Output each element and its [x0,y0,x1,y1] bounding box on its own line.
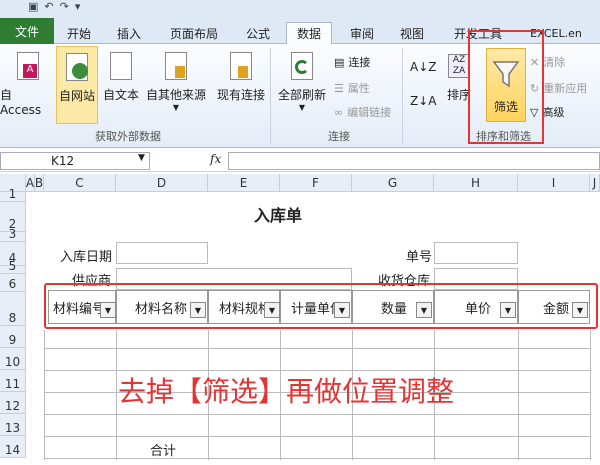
row-header[interactable]: 5 [0,259,26,274]
properties-button[interactable]: ☰ 属性 [334,80,370,96]
tab-view[interactable]: 视图 [392,22,432,44]
grid-line [44,458,590,459]
row-header[interactable]: 6 [0,274,26,292]
order-no-input[interactable] [434,242,518,264]
link-icon: ∞ [334,105,344,119]
row-header[interactable]: 1 [0,187,26,202]
chevron-down-icon[interactable]: ▼ [138,153,145,163]
row-header[interactable]: 12 [0,392,26,414]
highlight-box-ribbon [468,30,544,144]
grid-line [44,414,590,415]
tab-data[interactable]: 数据 [286,22,332,44]
connections-icon: ▤ [334,55,345,69]
other-sources-icon [163,52,189,82]
existing-connections-button[interactable]: 现有连接 [212,52,270,103]
from-access-button[interactable]: A 自 Access [0,52,56,117]
from-other-sources-button[interactable]: 自其他来源 ▼ [144,52,208,112]
formula-bar: K12 ▼ fx [0,150,600,172]
refresh-icon [289,52,315,82]
tab-page-layout[interactable]: 页面布局 [160,22,228,44]
sort-descending-icon: Z↓A [410,94,437,108]
ribbon-separator [402,48,403,144]
sort-desc-button[interactable]: Z↓A [410,94,436,108]
access-icon: A [15,52,41,82]
tab-review[interactable]: 审阅 [342,22,382,44]
column-header[interactable]: H [434,174,518,192]
fx-icon[interactable]: fx [210,152,221,166]
column-header[interactable]: F [280,174,352,192]
text-file-icon [108,52,134,82]
order-no-label[interactable]: 单号 [406,246,432,265]
column-header[interactable]: J [590,174,600,192]
properties-icon: ☰ [334,81,344,95]
group-connections: 连接 [328,130,350,143]
title-bar: ▣ ↶ ↷ ▾ [0,0,600,18]
column-header[interactable]: D [116,174,208,192]
date-input[interactable] [116,242,208,264]
tab-formulas[interactable]: 公式 [238,22,278,44]
grid-line [44,348,590,349]
row-header[interactable]: 8 [0,292,26,326]
row-header[interactable]: 10 [0,348,26,370]
column-header[interactable]: G [352,174,434,192]
grid-line [116,330,117,460]
edit-links-button[interactable]: ∞ 编辑链接 [334,104,391,120]
quick-access-toolbar: ▣ ↶ ↷ ▾ [28,0,80,13]
annotation-text: 去掉【筛选】再做位置调整 [118,375,455,408]
sheet-title[interactable]: 入库单 [254,202,302,226]
row-header[interactable]: 13 [0,414,26,436]
tab-insert[interactable]: 插入 [108,22,150,44]
row-header[interactable]: 14 [0,436,26,458]
undo-icon[interactable]: ↶ [44,0,53,13]
total-label[interactable]: 合计 [150,440,176,459]
refresh-all-button[interactable]: 全部刷新 ▼ [274,52,330,112]
column-header[interactable]: C [44,174,116,192]
grid-line [518,330,519,460]
highlight-box-headers [44,283,598,329]
name-box[interactable]: K12 [0,152,150,170]
redo-icon[interactable]: ↷ [60,0,69,13]
sort-ascending-icon: A↓Z [410,60,437,74]
formula-input[interactable] [228,152,600,170]
column-header[interactable]: B [35,174,44,192]
connections-button[interactable]: ▤ 连接 [334,54,370,70]
grid-line [44,436,590,437]
chevron-down-icon: ▼ [298,103,306,112]
globe-icon [64,53,90,83]
existing-connections-icon [228,52,254,82]
row-header[interactable]: 3 [0,227,26,242]
row-header[interactable]: 9 [0,326,26,348]
tab-file[interactable]: 文件 [0,18,54,44]
row-header[interactable]: 11 [0,370,26,392]
sort-asc-button[interactable]: A↓Z [410,60,436,74]
from-web-button[interactable]: 自网站 [56,46,98,124]
grid-line [590,330,591,460]
save-icon[interactable]: ▣ [28,0,38,13]
from-text-button[interactable]: 自文本 [100,52,142,103]
grid-line [44,330,45,460]
column-header[interactable]: A [26,174,35,192]
column-header[interactable]: I [518,174,590,192]
date-label[interactable]: 入库日期 [60,246,112,265]
customize-icon[interactable]: ▾ [75,0,81,13]
column-header[interactable]: E [208,174,280,192]
tab-home[interactable]: 开始 [58,22,100,44]
group-get-external-data: 获取外部数据 [95,130,161,143]
chevron-down-icon: ▼ [172,103,180,112]
ribbon-separator [270,48,271,144]
